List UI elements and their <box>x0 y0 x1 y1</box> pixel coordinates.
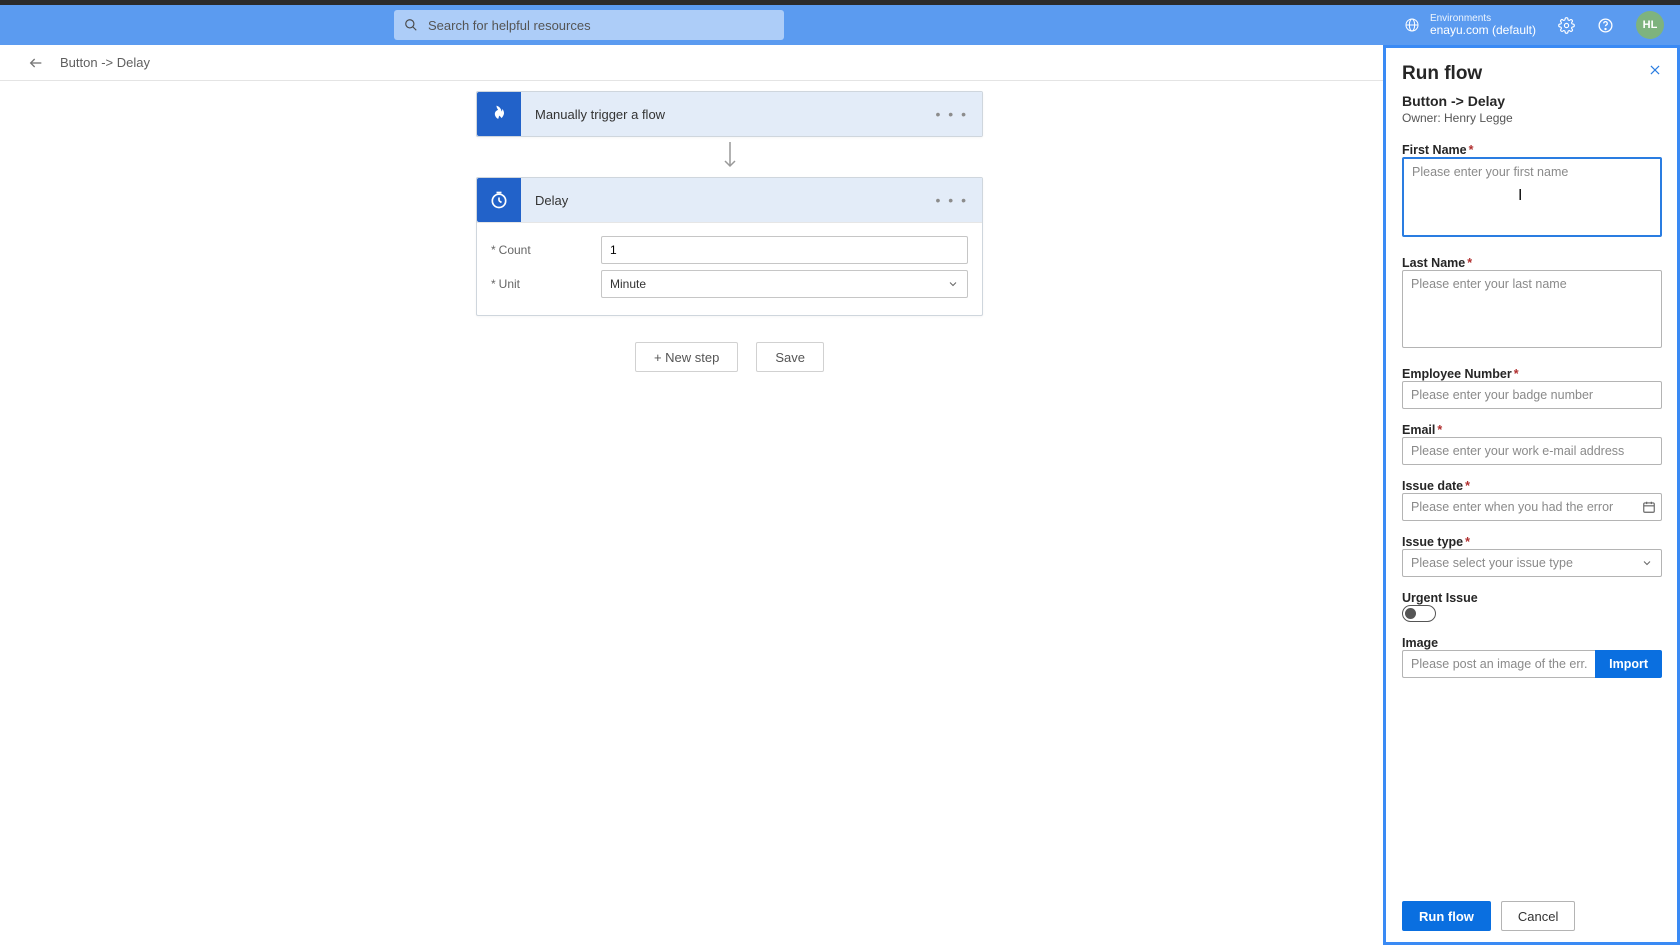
count-input[interactable] <box>610 243 959 257</box>
gear-icon[interactable] <box>1558 17 1575 34</box>
delay-card[interactable]: Delay • • • Count Unit Minute <box>476 177 983 316</box>
trigger-title: Manually trigger a flow <box>535 107 665 122</box>
back-icon[interactable] <box>28 55 44 71</box>
close-icon[interactable] <box>1648 63 1662 77</box>
trigger-icon <box>477 92 521 136</box>
search-icon <box>404 18 418 32</box>
issue-date-field[interactable] <box>1402 493 1662 521</box>
last-name-label: Last Name* <box>1402 256 1662 270</box>
app-header: Environments enayu.com (default) HL <box>0 5 1680 45</box>
connector-arrow-icon <box>476 137 983 177</box>
unit-select[interactable]: Minute <box>601 270 968 298</box>
delay-menu-icon[interactable]: • • • <box>936 192 968 208</box>
trigger-card[interactable]: Manually trigger a flow • • • <box>476 91 983 137</box>
image-field[interactable] <box>1402 650 1595 678</box>
import-button[interactable]: Import <box>1595 650 1662 678</box>
unit-label: Unit <box>491 277 601 291</box>
panel-owner: Owner: Henry Legge <box>1402 111 1662 125</box>
urgent-label: Urgent Issue <box>1402 591 1662 605</box>
global-search[interactable] <box>394 10 784 40</box>
environment-label: Environments <box>1430 13 1536 24</box>
environment-name: enayu.com (default) <box>1430 24 1536 37</box>
panel-title: Run flow <box>1402 63 1482 85</box>
urgent-toggle[interactable] <box>1402 605 1436 622</box>
issue-type-label: Issue type* <box>1402 535 1662 549</box>
save-button[interactable]: Save <box>756 342 824 372</box>
email-label: Email* <box>1402 423 1662 437</box>
chevron-down-icon <box>947 278 959 290</box>
last-name-field[interactable] <box>1402 270 1662 348</box>
cancel-button[interactable]: Cancel <box>1501 901 1575 931</box>
count-label: Count <box>491 243 601 257</box>
issue-date-label: Issue date* <box>1402 479 1662 493</box>
environment-icon <box>1404 17 1420 33</box>
delay-card-body: Count Unit Minute <box>477 222 982 315</box>
search-input[interactable] <box>428 18 774 33</box>
issue-type-placeholder: Please select your issue type <box>1411 556 1573 570</box>
email-field[interactable] <box>1402 437 1662 465</box>
help-icon[interactable] <box>1597 17 1614 34</box>
employee-number-label: Employee Number* <box>1402 367 1662 381</box>
first-name-field[interactable] <box>1402 157 1662 237</box>
unit-value: Minute <box>610 277 646 291</box>
image-label: Image <box>1402 636 1662 650</box>
issue-type-select[interactable]: Please select your issue type <box>1402 549 1662 577</box>
avatar[interactable]: HL <box>1636 11 1664 39</box>
count-field[interactable] <box>601 236 968 264</box>
employee-number-field[interactable] <box>1402 381 1662 409</box>
delay-icon <box>477 178 521 222</box>
environment-picker[interactable]: Environments enayu.com (default) <box>1404 13 1536 37</box>
panel-flow-name: Button -> Delay <box>1402 93 1662 109</box>
delay-title: Delay <box>535 193 568 208</box>
breadcrumb-title: Button -> Delay <box>60 55 150 70</box>
new-step-button[interactable]: + New step <box>635 342 738 372</box>
calendar-icon[interactable] <box>1642 500 1656 514</box>
first-name-label: First Name* <box>1402 143 1662 157</box>
trigger-menu-icon[interactable]: • • • <box>936 106 968 122</box>
run-flow-button[interactable]: Run flow <box>1402 901 1491 931</box>
run-flow-panel: Run flow Button -> Delay Owner: Henry Le… <box>1383 45 1680 945</box>
chevron-down-icon <box>1641 557 1653 569</box>
